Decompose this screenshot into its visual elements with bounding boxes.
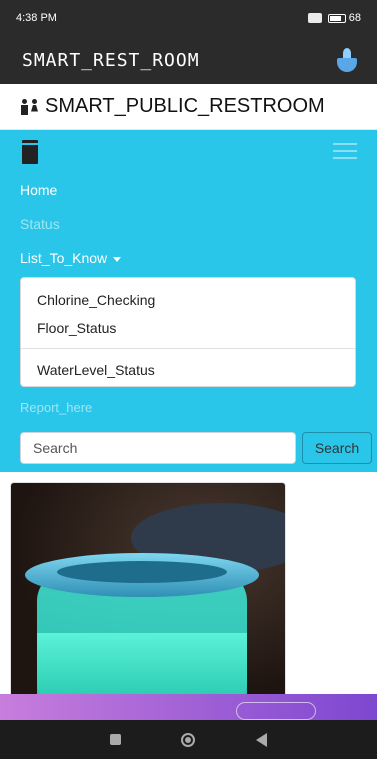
brand-door-icon[interactable] <box>22 140 38 164</box>
dropdown-divider <box>21 348 355 349</box>
status-bar: 4:38 PM 68 <box>0 0 377 36</box>
battery-level: 68 <box>348 12 361 24</box>
dropdown-menu: Chlorine_Checking Floor_Status WaterLeve… <box>20 277 356 387</box>
nav-report-link[interactable]: Report_here <box>20 400 92 415</box>
status-time: 4:38 PM <box>16 12 57 24</box>
system-nav-bar <box>0 720 377 759</box>
nav-home-link[interactable]: Home <box>20 182 57 198</box>
caret-down-icon <box>113 256 122 262</box>
nav-list-to-know-dropdown[interactable]: List_To_Know <box>20 250 122 266</box>
nav-list-to-know-label: List_To_Know <box>20 250 108 266</box>
signal-icon <box>307 13 322 23</box>
app-title: SMART_REST_ROOM <box>22 49 200 71</box>
fountain-logo-icon <box>335 46 359 74</box>
product-image-card <box>10 482 286 697</box>
navbar: Home Status List_To_Know Chlorine_Checki… <box>0 130 377 472</box>
site-title: SMART_PUBLIC_RESTROOM <box>45 95 325 117</box>
dropdown-item-floor[interactable]: Floor_Status <box>37 320 116 336</box>
search-input[interactable] <box>20 432 296 464</box>
site-header: SMART_PUBLIC_RESTROOM <box>0 84 377 130</box>
search-button[interactable]: Search <box>302 432 372 464</box>
nav-status-link[interactable]: Status <box>20 216 60 232</box>
home-circle-icon[interactable] <box>181 732 196 747</box>
app-bar: SMART_REST_ROOM <box>0 36 377 84</box>
back-icon[interactable] <box>255 732 267 747</box>
dropdown-item-chlorine[interactable]: Chlorine_Checking <box>37 292 155 308</box>
dropdown-item-waterlevel[interactable]: WaterLevel_Status <box>37 362 155 378</box>
status-icons: 68 <box>307 12 361 24</box>
banner-button[interactable] <box>236 702 316 720</box>
bottom-banner <box>0 694 377 720</box>
battery-icon: 68 <box>327 12 361 24</box>
restroom-people-icon <box>20 98 39 115</box>
recents-icon[interactable] <box>110 734 122 745</box>
hamburger-menu-icon[interactable] <box>331 140 359 162</box>
